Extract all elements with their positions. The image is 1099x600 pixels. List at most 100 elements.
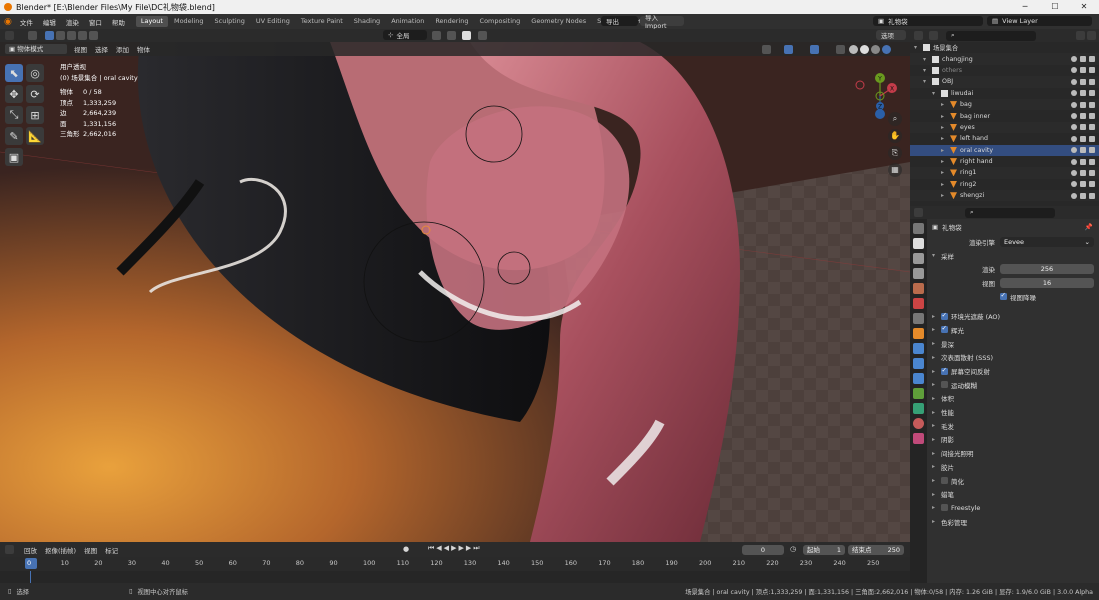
render-subpanel-header[interactable]: ▸ 环境光遮蔽 (AO) [927, 309, 1099, 323]
menu-window[interactable]: 窗口 [89, 17, 102, 27]
render-icon[interactable] [1089, 169, 1095, 176]
outliner-row[interactable]: ▸ left hand [910, 133, 1099, 144]
expand-toggle-icon[interactable]: ▸ [941, 181, 947, 188]
record-icon[interactable]: ● [403, 545, 409, 553]
export-button[interactable]: 导出 [601, 16, 638, 26]
xray-toggle-icon[interactable] [836, 45, 845, 54]
pan-hand-icon[interactable]: ✋ [888, 129, 902, 143]
render-subpanel-header[interactable]: ▸ 景深 [927, 337, 1099, 351]
particles-tab-icon[interactable] [913, 358, 924, 369]
scene-tab-icon[interactable] [913, 283, 924, 294]
world-tab-icon[interactable] [913, 298, 924, 309]
render-subpanel-header[interactable]: ▸ 简化 [927, 474, 1099, 488]
proportional-edit-icon[interactable] [478, 31, 487, 40]
gizmo-toggle-icon[interactable] [784, 45, 793, 54]
expand-toggle-icon[interactable]: ▸ [941, 113, 947, 120]
expand-toggle-icon[interactable]: ▸ [941, 169, 947, 176]
measure-tool-button[interactable]: 📐 [26, 127, 44, 145]
scene-selector[interactable]: ▣ 礼物袋 [873, 16, 983, 26]
camera-icon[interactable] [1080, 147, 1086, 154]
cursor-tool-button[interactable]: ◎ [26, 64, 44, 82]
collection-tab-icon[interactable] [913, 313, 924, 324]
end-frame-field[interactable]: 结束点 250 [848, 545, 904, 555]
viewport-denoise-checkbox[interactable] [1000, 291, 1007, 301]
filter-icon[interactable] [1076, 31, 1085, 40]
outliner-row[interactable]: ▾ liwudai [910, 88, 1099, 99]
menu-file[interactable]: 文件 [20, 17, 33, 27]
render-subpanel-header[interactable]: ▸ 性能 [927, 405, 1099, 419]
menu-marker[interactable]: 标记 [105, 545, 118, 555]
shading-solid-icon[interactable] [860, 45, 869, 54]
expand-toggle-icon[interactable]: ▸ [941, 101, 947, 108]
outliner-row[interactable]: ▸ bag inner [910, 110, 1099, 121]
zoom-icon[interactable]: ⌕ [888, 112, 902, 126]
view-layer-selector[interactable]: ▤ View Layer [987, 16, 1092, 26]
camera-icon[interactable] [1080, 113, 1086, 120]
menu-render[interactable]: 渲染 [66, 17, 79, 27]
menu-object[interactable]: 物体 [137, 44, 150, 54]
outliner-row[interactable]: ▾ changjing [910, 53, 1099, 65]
shading-wireframe-icon[interactable] [849, 45, 858, 54]
tab-modeling[interactable]: Modeling [169, 16, 209, 27]
expand-toggle-icon[interactable]: ▾ [923, 67, 929, 74]
shading-rendered-icon[interactable] [882, 45, 891, 54]
render-engine-dropdown[interactable]: Eevee ⌄ [1000, 236, 1094, 247]
expand-toggle-icon[interactable]: ▾ [923, 78, 929, 85]
scale-tool-button[interactable]: ⤡ [5, 106, 23, 124]
render-icon[interactable] [1089, 181, 1095, 188]
snap-target-icon[interactable] [462, 31, 471, 40]
sampling-panel-header[interactable]: ▾ 采样 [927, 249, 1099, 263]
expand-toggle-icon[interactable]: ▾ [932, 90, 938, 97]
camera-icon[interactable] [1080, 101, 1086, 108]
eye-icon[interactable] [1071, 192, 1077, 199]
camera-icon[interactable] [1080, 124, 1086, 131]
camera-icon[interactable] [1080, 158, 1086, 165]
subpanel-enable-checkbox[interactable] [941, 504, 948, 512]
menu-help[interactable]: 帮助 [112, 17, 125, 27]
timeline-body[interactable] [0, 571, 910, 583]
outliner-row[interactable]: ▾ others [910, 65, 1099, 76]
render-subpanel-header[interactable]: ▸ Freestyle [927, 501, 1099, 515]
object-tab-icon[interactable] [913, 328, 924, 339]
eye-icon[interactable] [1071, 101, 1077, 108]
outliner-row[interactable]: ▸ right hand [910, 156, 1099, 167]
expand-toggle-icon[interactable]: ▸ [941, 192, 947, 199]
render-icon[interactable] [1089, 192, 1095, 199]
eye-icon[interactable] [1071, 113, 1077, 120]
clock-icon[interactable]: ◷ [790, 545, 796, 553]
grid-perspective-icon[interactable]: ▦ [888, 163, 902, 177]
eye-icon[interactable] [1071, 169, 1077, 176]
close-button[interactable]: ✕ [1069, 0, 1099, 14]
select-box-tool-icon[interactable] [28, 31, 37, 40]
output-tab-icon[interactable] [913, 253, 924, 264]
eye-icon[interactable] [1071, 90, 1077, 97]
render-subpanel-header[interactable]: ▸ 胶片 [927, 460, 1099, 474]
eye-icon[interactable] [1071, 181, 1077, 188]
move-tool-button[interactable]: ✥ [5, 85, 23, 103]
tab-sculpting[interactable]: Sculpting [210, 16, 250, 27]
render-icon[interactable] [1089, 101, 1095, 108]
physics-tab-icon[interactable] [913, 373, 924, 384]
add-cube-tool-button[interactable]: ▣ [5, 148, 23, 166]
timeline-editor-icon[interactable] [5, 545, 14, 554]
outliner-tree[interactable]: ▾ 场景集合 ▾ changjing ▾ others ▾ OBJ ▾ liwudai ▸ bag ▸ b… [910, 42, 1099, 206]
viewport-denoise-row[interactable]: 视图降噪 [927, 290, 1099, 304]
menu-view[interactable]: 视图 [74, 44, 87, 54]
expand-toggle-icon[interactable]: ▾ [914, 44, 920, 51]
eye-icon[interactable] [1071, 135, 1077, 142]
camera-icon[interactable] [1080, 135, 1086, 142]
view-layer-tab-icon[interactable] [913, 268, 924, 279]
select-box-tool-button[interactable]: ⬉ [5, 64, 23, 82]
render-icon[interactable] [1089, 113, 1095, 120]
pin-icon[interactable]: 📌 [1085, 223, 1093, 231]
eye-icon[interactable] [1071, 67, 1077, 74]
modifier-tab-icon[interactable] [913, 343, 924, 354]
outliner-row[interactable]: ▸ shengzi [910, 190, 1099, 202]
camera-icon[interactable] [1080, 192, 1086, 199]
material-tab-icon[interactable] [913, 418, 924, 429]
expand-toggle-icon[interactable]: ▸ [941, 135, 947, 142]
expand-toggle-icon[interactable]: ▸ [941, 158, 947, 165]
tab-layout[interactable]: Layout [135, 16, 168, 27]
render-icon[interactable] [1089, 147, 1095, 154]
overlay-toggle-icon[interactable] [810, 45, 819, 54]
